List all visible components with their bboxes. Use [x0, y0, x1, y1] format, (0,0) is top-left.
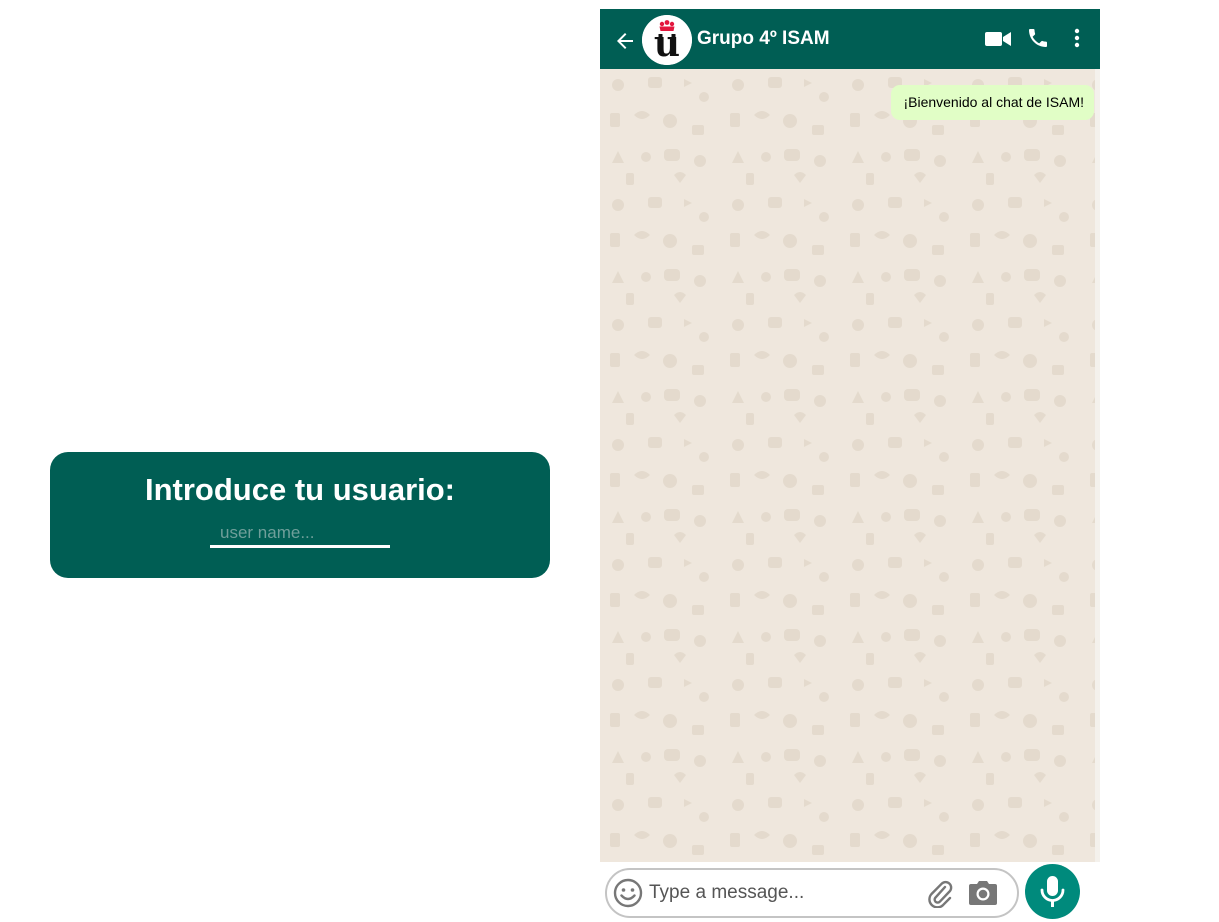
avatar-letter: u — [653, 23, 681, 65]
username-input[interactable] — [210, 520, 390, 548]
message-box — [605, 868, 1019, 918]
microphone-button[interactable] — [1025, 864, 1080, 919]
message-bubble-outgoing: ¡Bienvenido al chat de ISAM! — [891, 85, 1094, 120]
back-arrow-icon[interactable] — [613, 29, 637, 53]
chat-composer — [600, 862, 1100, 922]
phone-icon[interactable] — [1026, 26, 1050, 50]
attach-icon[interactable] — [925, 878, 953, 908]
chat-header: u Grupo 4º ISAM — [600, 9, 1100, 69]
camera-icon[interactable] — [968, 880, 998, 906]
message-input[interactable] — [647, 879, 917, 907]
chat-title: Grupo 4º ISAM — [697, 28, 830, 49]
emoji-icon[interactable] — [613, 878, 643, 908]
scrollbar-track[interactable] — [1095, 69, 1100, 862]
more-vertical-icon[interactable] — [1067, 27, 1087, 49]
chat-messages-area[interactable]: ¡Bienvenido al chat de ISAM! — [600, 69, 1100, 862]
avatar[interactable]: u — [642, 15, 692, 65]
video-call-icon[interactable] — [985, 31, 1011, 47]
login-title: Introduce tu usuario: — [145, 472, 455, 507]
chat-window: u Grupo 4º ISAM ¡Bienvenido al chat de I… — [600, 9, 1100, 922]
microphone-icon — [1040, 876, 1065, 907]
chat-wallpaper — [600, 69, 1100, 862]
login-card: Introduce tu usuario: — [50, 452, 550, 578]
